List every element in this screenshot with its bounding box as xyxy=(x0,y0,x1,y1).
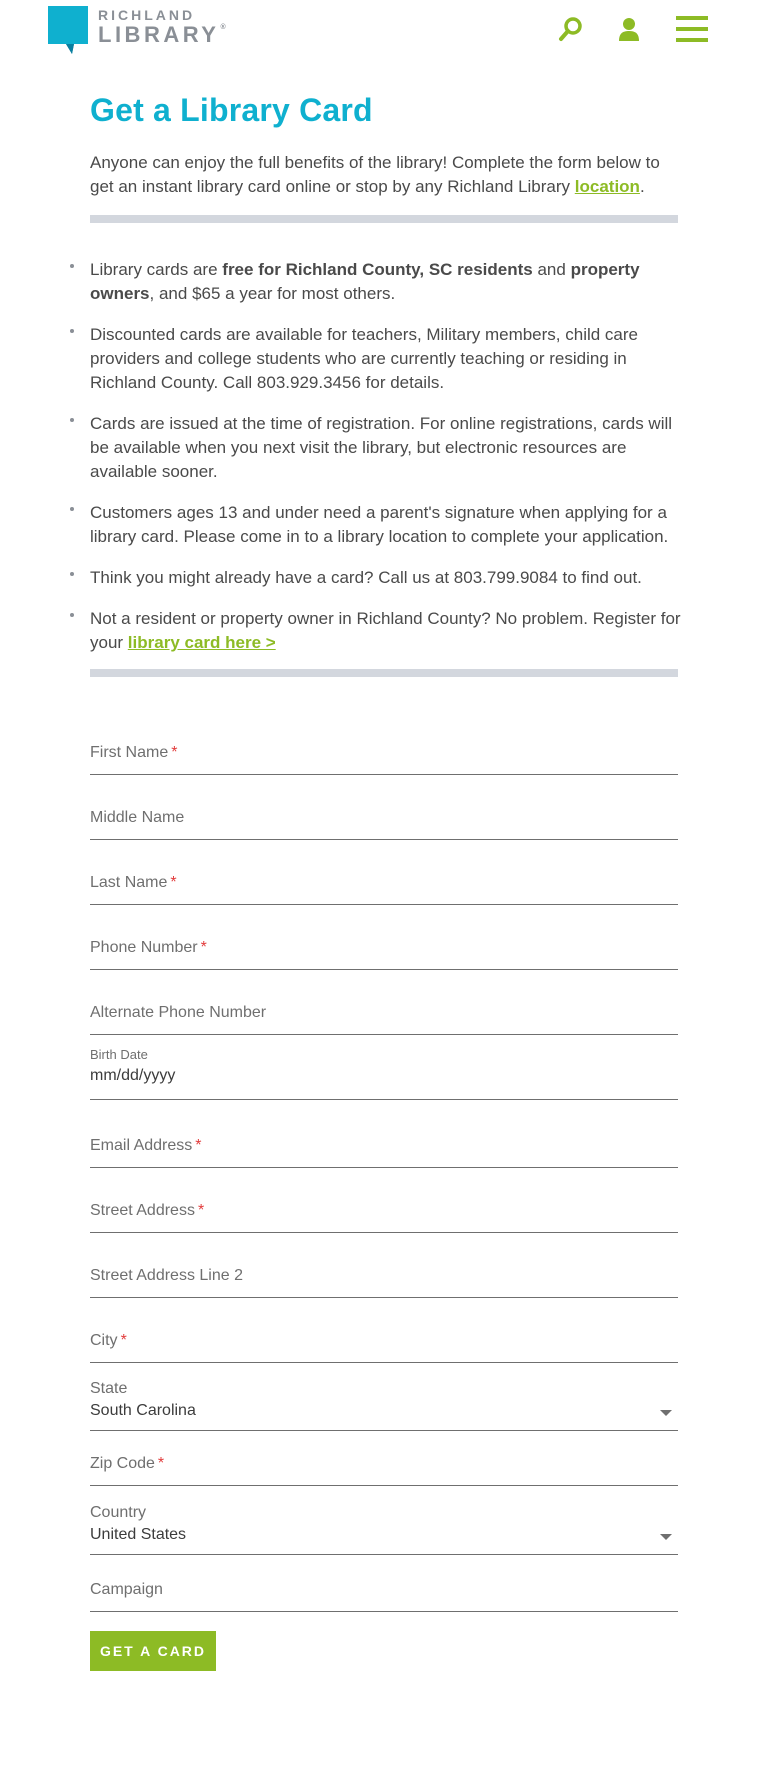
list-item: Think you might already have a card? Cal… xyxy=(70,566,682,590)
required-mark: * xyxy=(170,874,177,891)
label-text: Phone Number xyxy=(90,939,198,956)
chevron-down-icon xyxy=(660,1534,672,1540)
logo-wordmark: RICHLAND LIBRARY® xyxy=(98,8,226,46)
bullet-text: and xyxy=(532,260,571,279)
city-label: City * xyxy=(90,1332,127,1350)
state-label: State xyxy=(90,1380,128,1397)
list-item: Cards are issued at the time of registra… xyxy=(70,412,682,484)
logo-bottom-text: LIBRARY® xyxy=(98,24,226,46)
alternate-phone-field[interactable]: Alternate Phone Number xyxy=(90,1000,678,1035)
search-icon xyxy=(559,17,582,41)
list-item: Discounted cards are available for teach… xyxy=(70,323,682,395)
campaign-field[interactable]: Campaign xyxy=(90,1577,678,1612)
last-name-label: Last Name * xyxy=(90,874,177,892)
label-text: Email Address xyxy=(90,1137,193,1154)
street-address-2-label: Street Address Line 2 xyxy=(90,1267,243,1284)
location-link[interactable]: location xyxy=(575,177,640,196)
street-address-field[interactable]: Street Address * xyxy=(90,1198,678,1233)
get-a-card-button[interactable]: GET A CARD xyxy=(90,1631,216,1671)
phone-number-label: Phone Number * xyxy=(90,939,207,957)
label-text: First Name xyxy=(90,744,169,761)
first-name-field[interactable]: First Name * xyxy=(90,740,678,775)
campaign-label: Campaign xyxy=(90,1581,163,1598)
email-field[interactable]: Email Address * xyxy=(90,1133,678,1168)
site-header: RICHLAND LIBRARY® xyxy=(0,0,768,60)
chevron-down-icon xyxy=(660,1410,672,1416)
street-address-2-field[interactable]: Street Address Line 2 xyxy=(90,1263,678,1298)
account-button[interactable] xyxy=(614,14,644,44)
bullet-text: Library cards are xyxy=(90,260,223,279)
state-value: South Carolina xyxy=(90,1402,196,1419)
page-title: Get a Library Card xyxy=(90,92,373,128)
account-icon xyxy=(619,18,639,41)
email-label: Email Address * xyxy=(90,1137,202,1155)
birth-date-input[interactable]: mm/dd/yyyy xyxy=(90,1067,175,1085)
label-text: Zip Code xyxy=(90,1455,155,1472)
required-mark: * xyxy=(120,1332,127,1349)
logo-mark-icon xyxy=(48,6,88,54)
first-name-label: First Name * xyxy=(90,744,177,762)
divider-bottom xyxy=(90,669,678,677)
library-card-here-link[interactable]: library card here > xyxy=(128,633,276,652)
info-list: Library cards are free for Richland Coun… xyxy=(70,258,682,672)
menu-button[interactable] xyxy=(675,14,709,44)
alternate-phone-label: Alternate Phone Number xyxy=(90,1004,267,1021)
bullet-text: , and $65 a year for most others. xyxy=(149,284,396,303)
street-address-label: Street Address * xyxy=(90,1202,204,1220)
required-mark: * xyxy=(171,744,178,761)
label-text: Street Address xyxy=(90,1202,195,1219)
intro-end: . xyxy=(639,177,645,196)
search-button[interactable] xyxy=(556,14,586,44)
last-name-field[interactable]: Last Name * xyxy=(90,870,678,905)
richland-library-logo[interactable]: RICHLAND LIBRARY® xyxy=(48,6,226,54)
label-text: City xyxy=(90,1332,118,1349)
list-item: Not a resident or property owner in Rich… xyxy=(70,607,682,655)
phone-number-field[interactable]: Phone Number * xyxy=(90,935,678,970)
required-mark: * xyxy=(200,939,207,956)
middle-name-label: Middle Name xyxy=(90,809,185,826)
list-item: Customers ages 13 and under need a paren… xyxy=(70,501,682,549)
logo-registered-mark: ® xyxy=(220,24,226,31)
divider-top xyxy=(90,215,678,223)
country-select[interactable]: Country United States xyxy=(90,1504,678,1555)
logo-top-text: RICHLAND xyxy=(98,7,196,23)
country-label: Country xyxy=(90,1504,147,1521)
country-value: United States xyxy=(90,1526,187,1543)
birth-date-field[interactable]: Birth Date mm/dd/yyyy xyxy=(90,1047,678,1100)
list-item: Library cards are free for Richland Coun… xyxy=(70,258,682,306)
label-text: Last Name xyxy=(90,874,168,891)
city-field[interactable]: City * xyxy=(90,1328,678,1363)
zip-code-label: Zip Code * xyxy=(90,1455,164,1473)
middle-name-field[interactable]: Middle Name xyxy=(90,805,678,840)
required-mark: * xyxy=(157,1455,165,1472)
logo-bottom-word: LIBRARY xyxy=(98,22,220,47)
menu-icon xyxy=(676,16,708,42)
zip-code-field[interactable]: Zip Code * xyxy=(90,1451,678,1486)
required-mark: * xyxy=(195,1137,202,1154)
state-select[interactable]: State South Carolina xyxy=(90,1380,678,1431)
birth-date-label: Birth Date xyxy=(90,1047,148,1062)
bullet-bold: free for Richland County, SC residents xyxy=(222,260,533,279)
intro-paragraph: Anyone can enjoy the full benefits of th… xyxy=(90,151,680,199)
required-mark: * xyxy=(197,1202,205,1219)
